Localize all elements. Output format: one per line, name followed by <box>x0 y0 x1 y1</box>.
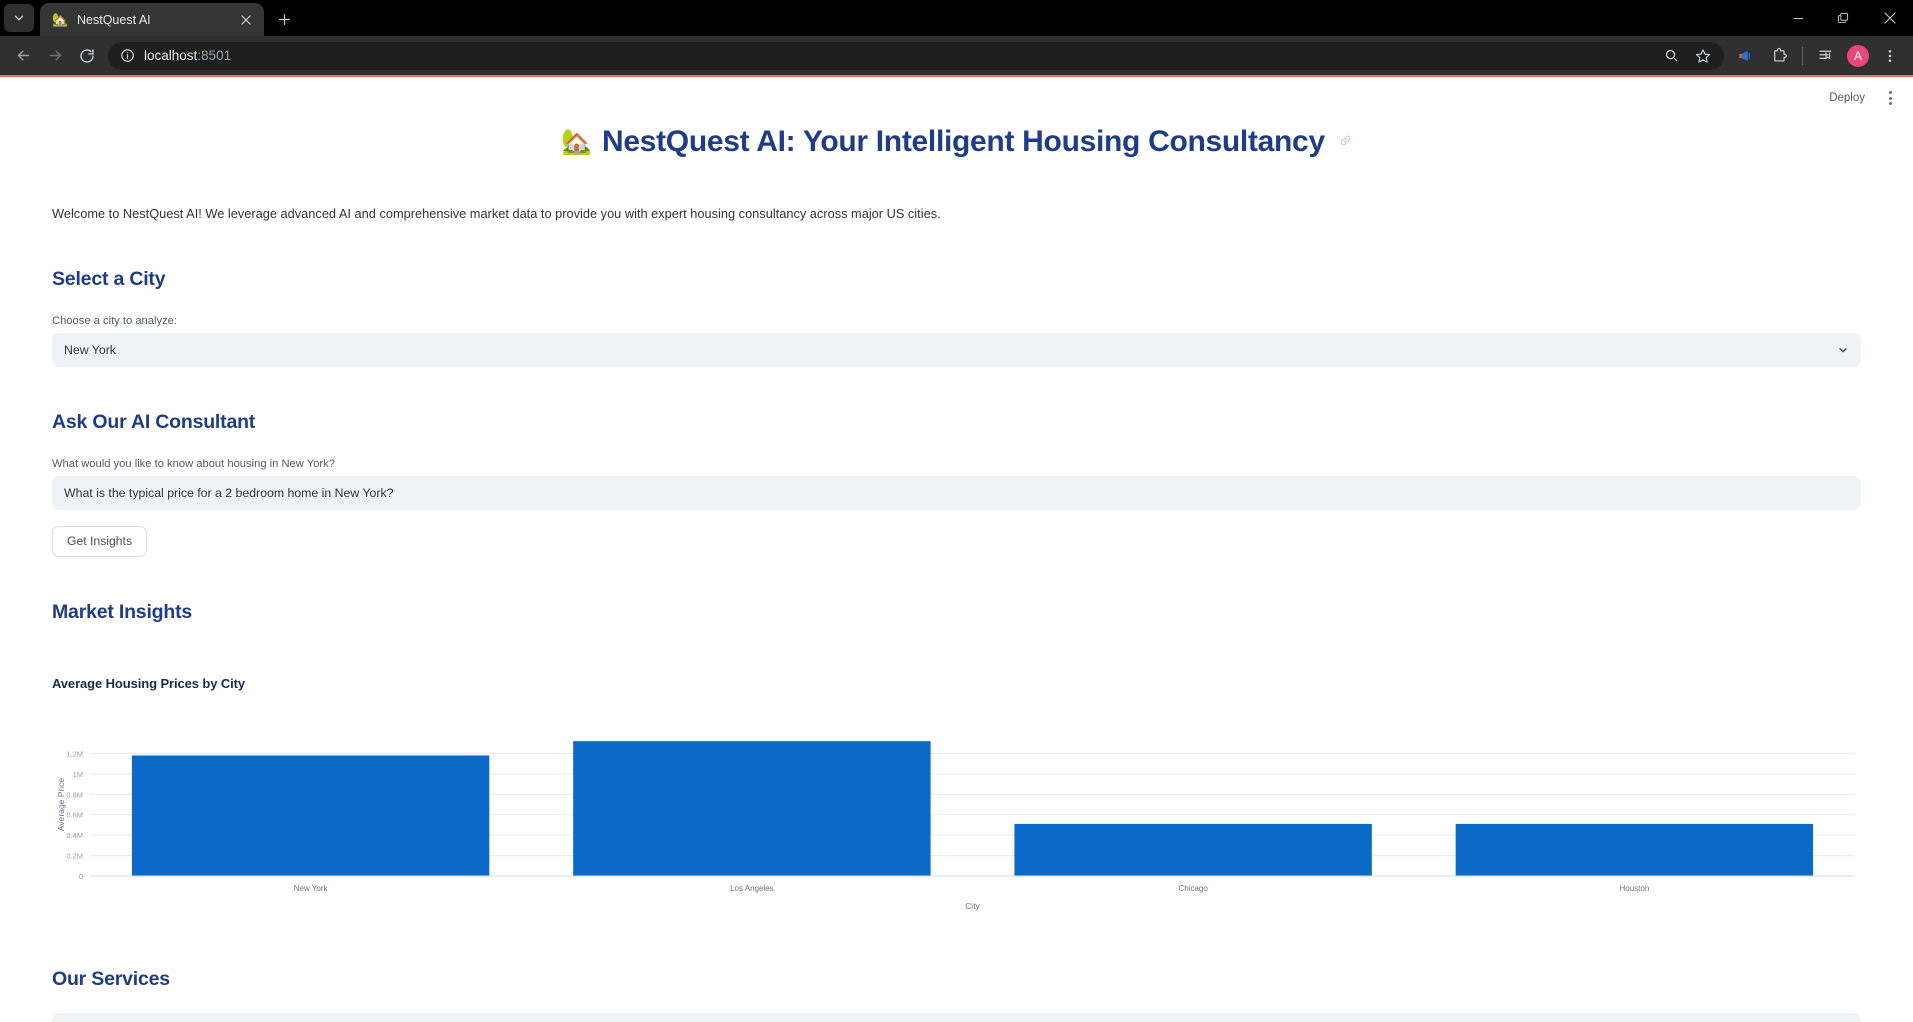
x-tick-label: Houston <box>1619 884 1649 893</box>
maximize-icon[interactable] <box>1821 0 1867 36</box>
y-tick-label: 0.2M <box>66 851 83 860</box>
section-heading-our-services: Our Services <box>52 967 170 990</box>
tab-title: NestQuest AI <box>77 12 151 27</box>
new-tab-button[interactable] <box>270 5 298 33</box>
bar[interactable] <box>1014 823 1372 876</box>
avatar: A <box>1847 44 1869 67</box>
deploy-button[interactable]: Deploy <box>1823 89 1871 107</box>
house-icon: 🏡 <box>52 11 69 27</box>
url-text: localhost:8501 <box>144 48 232 63</box>
x-tick-label: Chicago <box>1178 884 1208 893</box>
chart-title: Average Housing Prices by City <box>52 675 246 691</box>
browser-toolbar: localhost:8501 A <box>0 36 1913 75</box>
question-input-label: What would you like to know about housin… <box>52 457 335 470</box>
get-insights-button[interactable]: Get Insights <box>52 525 148 557</box>
app-content: 🏡 NestQuest AI: Your Intelligent Housing… <box>0 125 1913 1022</box>
chrome-menu-icon[interactable] <box>1875 41 1905 71</box>
reading-list-icon[interactable] <box>1811 41 1841 71</box>
site-info-icon[interactable] <box>118 47 136 65</box>
house-icon: 🏡 <box>561 127 592 156</box>
x-tick-label: New York <box>294 884 329 893</box>
address-bar[interactable]: localhost:8501 <box>108 41 1724 71</box>
y-tick-label: 0.6M <box>66 811 83 820</box>
question-input[interactable] <box>52 475 1861 510</box>
y-tick-label: 1.2M <box>66 749 83 758</box>
city-select-value: New York <box>64 342 116 357</box>
bar[interactable] <box>131 755 490 876</box>
profile-avatar[interactable]: A <box>1843 41 1873 71</box>
browser-tab[interactable]: 🏡 NestQuest AI <box>40 3 264 36</box>
back-icon[interactable] <box>8 41 38 71</box>
y-axis-label: Average Price <box>56 777 66 831</box>
y-tick-label: 0 <box>79 872 83 881</box>
intro-paragraph: Welcome to NestQuest AI! We leverage adv… <box>52 206 941 221</box>
extensions-icon[interactable] <box>1764 41 1794 71</box>
minimize-icon[interactable] <box>1775 0 1821 36</box>
page-title-text: NestQuest AI: Your Intelligent Housing C… <box>601 125 1325 158</box>
close-icon[interactable] <box>237 11 255 29</box>
section-heading-consultant: Ask Our AI Consultant <box>52 410 256 433</box>
bar[interactable] <box>573 740 931 876</box>
tab-search-chevron-icon[interactable] <box>4 4 34 32</box>
kebab-menu-icon[interactable] <box>1881 87 1899 109</box>
x-tick-label: Los Angeles <box>730 884 774 893</box>
browser-window: 🏡 NestQuest AI localhost:8501 A Deploy 🏡… <box>0 0 1913 1022</box>
x-axis-label: City <box>965 901 980 911</box>
window-controls <box>1775 0 1913 36</box>
toolbar-divider <box>1802 46 1803 65</box>
chevron-down-icon[interactable] <box>1837 344 1849 356</box>
service-card: 🔍 City-Specific Analysis <box>52 1012 1861 1022</box>
y-tick-label: 0.8M <box>66 790 83 799</box>
search-icon[interactable] <box>1656 41 1686 71</box>
forward-icon[interactable] <box>40 41 70 71</box>
tab-strip: 🏡 NestQuest AI <box>0 0 1913 36</box>
y-tick-label: 0.4M <box>66 831 83 840</box>
close-icon[interactable] <box>1867 0 1913 36</box>
streamlit-toolbar: Deploy <box>1823 77 1913 119</box>
section-heading-market-insights: Market Insights <box>52 600 193 623</box>
y-tick-label: 1M <box>73 770 83 779</box>
anchor-link-icon[interactable] <box>1339 134 1352 150</box>
section-heading-select-city: Select a City <box>52 267 166 290</box>
page-title: 🏡 NestQuest AI: Your Intelligent Housing… <box>52 125 1861 159</box>
bar[interactable] <box>1455 823 1814 876</box>
bar-chart[interactable]: 0 0.2M 0.4M 0.6M 0.8M 1M 1.2M Average Price New … <box>52 719 1861 924</box>
megaphone-icon[interactable] <box>1732 41 1762 71</box>
city-select-label: Choose a city to analyze: <box>52 314 177 327</box>
city-select[interactable]: New York <box>52 332 1861 367</box>
reload-icon[interactable] <box>72 41 102 71</box>
bookmark-star-icon[interactable] <box>1688 41 1718 71</box>
page-viewport: Deploy 🏡 NestQuest AI: Your Intelligent … <box>0 77 1913 1022</box>
bar-chart-svg[interactable]: 0 0.2M 0.4M 0.6M 0.8M 1M 1.2M Average Price New … <box>52 719 1861 924</box>
